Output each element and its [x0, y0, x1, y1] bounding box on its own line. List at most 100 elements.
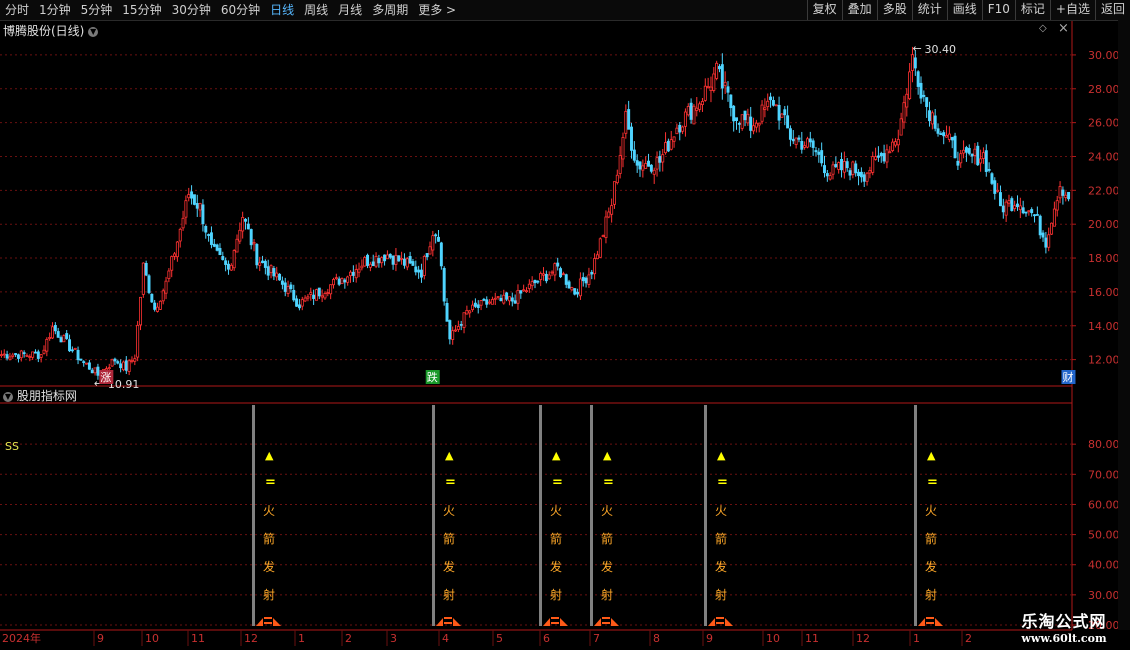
candle-body: [695, 107, 699, 111]
candle-body: [587, 274, 591, 285]
candle-body: [79, 358, 83, 361]
candle-body: [246, 223, 250, 230]
candle-body: [950, 137, 954, 141]
candle-body: [0, 354, 3, 357]
candle-body: [297, 304, 301, 309]
period-tab-10[interactable]: 更多 >: [413, 0, 461, 20]
candle-body: [263, 260, 267, 268]
indicator-series-label: SS: [5, 440, 19, 453]
signal-char: 发: [925, 559, 937, 574]
period-tab-9[interactable]: 多周期: [367, 0, 413, 20]
candle-body: [283, 282, 287, 292]
candle-body: [868, 170, 872, 174]
stock-title: 博腾股份(日线): [3, 24, 85, 38]
signal-bar: [432, 405, 435, 626]
candle-body: [1050, 222, 1054, 235]
candle-body: [286, 286, 290, 294]
candle-body: [1052, 208, 1056, 227]
tool-button-5[interactable]: F10: [981, 0, 1015, 20]
candle-body: [996, 189, 1000, 192]
candle-body: [1013, 205, 1017, 209]
tool-button-2[interactable]: 多股: [876, 0, 912, 20]
candle-body: [1058, 186, 1062, 199]
candle-body: [1044, 237, 1048, 248]
rocket-bar: [444, 617, 452, 619]
candle-body: [973, 148, 977, 156]
candle-body: [979, 158, 983, 164]
period-tab-0[interactable]: 分时: [0, 0, 34, 20]
close-icon[interactable]: ×: [1058, 21, 1069, 36]
signal-equals: =: [265, 475, 276, 490]
kline-chart[interactable]: 12.00 14.00 16.00 18.00 20.00 22.00 24.00 26.00…: [0, 0, 1130, 650]
candle-body: [876, 155, 880, 158]
candle-body: [848, 170, 852, 176]
candle-body: [419, 269, 423, 278]
candle-body: [39, 354, 43, 358]
candle-body: [121, 361, 125, 371]
candle-body: [1004, 201, 1008, 216]
candle-body: [820, 150, 824, 164]
rocket-bar: [926, 617, 934, 619]
period-tab-1[interactable]: 1分钟: [34, 0, 76, 20]
candle-body: [22, 352, 26, 355]
top-toolbar: 分时 1分钟 5分钟 15分钟 30分钟 60分钟 日线 周线 月线 多周期 更多 > 复权 叠加 多股…: [0, 0, 1130, 21]
candle-body: [791, 138, 795, 142]
candle-body: [70, 349, 74, 352]
candle-body: [85, 362, 89, 365]
candle-body: [507, 296, 511, 302]
tool-button-4[interactable]: 画线: [946, 0, 982, 20]
signal-equals: =: [717, 475, 728, 490]
diamond-icon[interactable]: ◇: [1039, 23, 1047, 34]
indicator-title: ▼ 股朋指标网: [3, 387, 77, 404]
candle-body: [144, 263, 148, 276]
candle-body: [698, 103, 702, 110]
chevron-down-icon[interactable]: ▼: [3, 391, 13, 402]
period-tab-7[interactable]: 周线: [299, 0, 333, 20]
period-tab-8[interactable]: 月线: [333, 0, 367, 20]
tool-button-0[interactable]: 复权: [806, 0, 842, 20]
candle-body: [187, 194, 191, 199]
indicator-tick-label: 30.00: [1088, 589, 1120, 602]
candle-body: [456, 326, 460, 330]
period-tab-3[interactable]: 15分钟: [117, 0, 166, 20]
candle-body: [567, 281, 571, 289]
candle-body: [808, 138, 812, 143]
chevron-down-icon[interactable]: ▼: [88, 26, 99, 37]
candle-body: [158, 300, 162, 310]
candle-body: [408, 256, 412, 264]
candle-body: [638, 161, 642, 170]
candle-body: [448, 320, 452, 340]
candle-body: [595, 254, 599, 260]
candle-body: [229, 264, 233, 271]
candle-body: [343, 279, 347, 283]
candle-body: [1001, 205, 1005, 213]
rocket-bar: [926, 622, 934, 624]
period-tab-5[interactable]: 60分钟: [216, 0, 265, 20]
candle-body: [136, 324, 140, 358]
candle-body: [209, 232, 213, 245]
candle-body: [195, 203, 199, 209]
signal-char: 火: [550, 504, 562, 518]
tool-button-1[interactable]: 叠加: [841, 0, 877, 20]
candle-body: [928, 110, 931, 122]
rocket-left-icon: [543, 618, 550, 626]
candle-body: [612, 181, 616, 205]
signal-bar: [704, 405, 707, 626]
tool-button-7[interactable]: +自选: [1049, 0, 1095, 20]
tool-button-6[interactable]: 标记: [1014, 0, 1050, 20]
signal-char: 箭: [263, 531, 275, 546]
candle-body: [53, 325, 57, 332]
tool-button-3[interactable]: 统计: [911, 0, 947, 20]
high-price-label: 30.40: [924, 43, 956, 56]
indicator-tick-label: 50.00: [1088, 529, 1120, 542]
candle-body: [675, 127, 679, 135]
candle-body: [8, 356, 12, 360]
candle-body: [397, 255, 401, 262]
period-tab-4[interactable]: 30分钟: [167, 0, 216, 20]
candle-body: [618, 155, 622, 174]
period-tab-6[interactable]: 日线: [265, 0, 299, 20]
tool-button-8[interactable]: 返回: [1094, 0, 1130, 20]
period-tab-2[interactable]: 5分钟: [76, 0, 118, 20]
candle-body: [442, 268, 446, 302]
rocket-left-icon: [256, 618, 263, 626]
